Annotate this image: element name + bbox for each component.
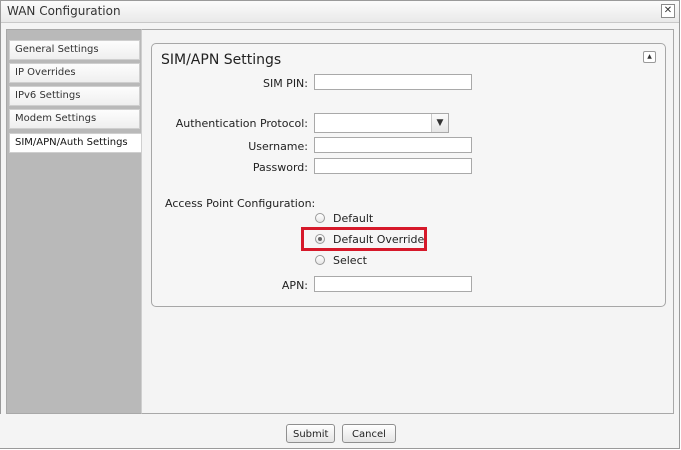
radio-label-select: Select xyxy=(333,254,367,267)
sim-pin-field[interactable] xyxy=(314,74,472,90)
radio-button-select[interactable] xyxy=(315,255,325,265)
username-label: Username: xyxy=(248,140,308,153)
window-titlebar: WAN Configuration ✕ xyxy=(1,1,679,23)
collapse-up-icon[interactable]: ▲ xyxy=(643,51,656,63)
apn-field[interactable] xyxy=(314,276,472,292)
radio-option-default[interactable]: Default xyxy=(315,212,395,226)
window-title: WAN Configuration xyxy=(7,4,121,18)
radio-button-default[interactable] xyxy=(315,213,325,223)
auth-protocol-label: Authentication Protocol: xyxy=(175,117,308,130)
sidebar-item-modem-settings[interactable]: Modem Settings xyxy=(9,109,140,129)
dialog-footer xyxy=(0,414,678,448)
apn-label: APN: xyxy=(281,279,308,292)
sidebar-item-ip-overrides[interactable]: IP Overrides xyxy=(9,63,140,83)
password-label: Password: xyxy=(252,161,308,174)
close-icon[interactable]: ✕ xyxy=(661,4,675,18)
highlight-annotation-box xyxy=(301,227,427,251)
sim-pin-label: SIM PIN: xyxy=(262,77,308,90)
username-field[interactable] xyxy=(314,137,472,153)
auth-protocol-select[interactable]: ▼ xyxy=(314,113,449,133)
submit-button[interactable]: Submit xyxy=(286,424,335,443)
access-point-configuration-label: Access Point Configuration: xyxy=(165,197,316,210)
sidebar-item-ipv6-settings[interactable]: IPv6 Settings xyxy=(9,86,140,106)
cancel-button[interactable]: Cancel xyxy=(342,424,396,443)
sidebar-item-general-settings[interactable]: General Settings xyxy=(9,40,140,60)
password-field[interactable] xyxy=(314,158,472,174)
sidebar-item-sim-apn-auth-settings[interactable]: SIM/APN/Auth Settings xyxy=(9,133,144,153)
settings-sidebar: General Settings IP Overrides IPv6 Setti… xyxy=(6,29,144,414)
chevron-down-icon[interactable]: ▼ xyxy=(431,114,448,132)
panel-title: SIM/APN Settings xyxy=(161,52,282,68)
radio-label-default: Default xyxy=(333,212,374,225)
radio-option-select[interactable]: Select xyxy=(315,254,395,268)
